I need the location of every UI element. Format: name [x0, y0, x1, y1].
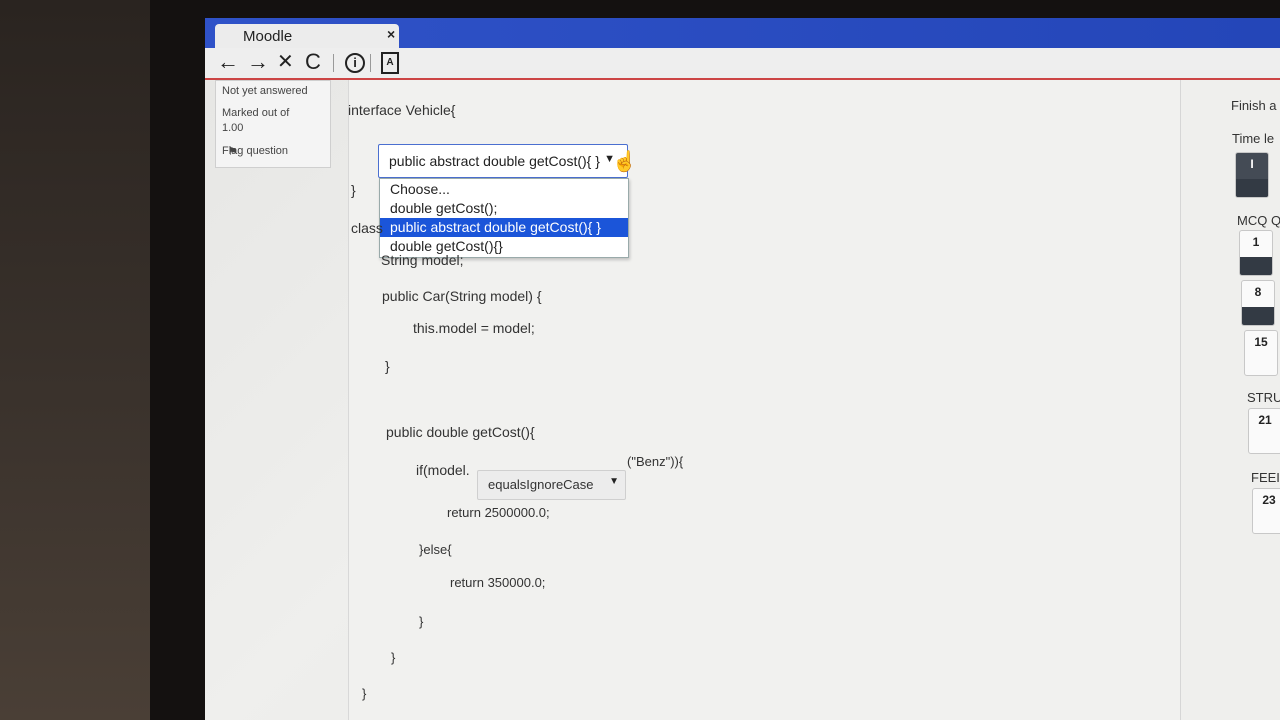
title-bar: Moodle ×: [205, 18, 1280, 48]
forward-arrow-icon[interactable]: →: [247, 49, 269, 75]
code-class-keyword: class: [351, 220, 383, 236]
browser-window: Moodle × ← → ✕ C i A Not yet answered Ma…: [205, 18, 1280, 720]
marked-out-of-label: Marked out of: [222, 107, 290, 119]
code-brace: }: [419, 614, 424, 629]
flag-question-link[interactable]: ⚑ Flag question: [222, 145, 288, 158]
code-line-interface: interface Vehicle{: [348, 102, 456, 118]
quiz-navigation-panel: Finish a Time le I MCQ Q 1 8 15 STRU 21 …: [1180, 80, 1280, 720]
question-info-box: Not yet answered Marked out of 1.00 ⚑ Fl…: [215, 80, 331, 168]
question-nav-button[interactable]: 23: [1252, 488, 1280, 534]
code-line-return-2: return 350000.0;: [450, 575, 546, 590]
chevron-down-icon: ▼: [609, 476, 619, 487]
browser-toolbar: ← → ✕ C i A: [205, 48, 1280, 80]
tab-close-icon[interactable]: ×: [387, 26, 395, 42]
code-brace: }: [351, 182, 356, 198]
flag-icon: ⚑: [228, 146, 238, 158]
browser-tab[interactable]: Moodle ×: [215, 24, 399, 48]
document-icon[interactable]: A: [381, 52, 399, 74]
method-select-options: Choose... double getCost(); public abstr…: [379, 178, 629, 258]
stop-icon[interactable]: ✕: [277, 49, 294, 75]
back-arrow-icon[interactable]: ←: [217, 49, 239, 75]
marked-out-of-value: 1.00: [222, 122, 244, 134]
section-mcq-label: MCQ Q: [1237, 213, 1280, 228]
question-nav-button[interactable]: 8: [1241, 280, 1275, 326]
section-structured-label: STRU: [1247, 390, 1280, 405]
tab-title: Moodle: [243, 28, 293, 45]
timer-display: I: [1235, 152, 1269, 198]
code-brace: }: [385, 358, 390, 374]
code-brace: }: [362, 686, 367, 701]
code-line-field: String model;: [381, 252, 464, 268]
reload-icon[interactable]: C: [305, 49, 321, 75]
finish-attempt-link[interactable]: Finish a: [1231, 98, 1277, 113]
info-icon[interactable]: i: [345, 53, 365, 73]
option-abstract-getcost[interactable]: public abstract double getCost(){ }: [380, 218, 628, 237]
option-choose[interactable]: Choose...: [380, 180, 628, 199]
option-double-getcost[interactable]: double getCost();: [380, 199, 628, 218]
time-left-label: Time le: [1232, 131, 1275, 146]
code-line-assign: this.model = model;: [413, 320, 535, 336]
code-line-return-1: return 2500000.0;: [447, 505, 550, 520]
toolbar-separator: [333, 54, 334, 72]
toolbar-separator: [370, 54, 371, 72]
hand-cursor-icon: ☝: [612, 151, 637, 173]
method-select[interactable]: public abstract double getCost(){ } ▼: [378, 144, 628, 178]
question-status: Not yet answered: [222, 85, 308, 97]
code-line-method: public double getCost(){: [386, 424, 535, 440]
question-nav-button[interactable]: 15: [1244, 330, 1278, 376]
code-brace: }: [391, 650, 396, 665]
string-method-select[interactable]: equalsIgnoreCase ▼: [477, 470, 626, 500]
string-method-select-value: equalsIgnoreCase: [488, 477, 594, 492]
question-nav-button[interactable]: 1: [1239, 230, 1273, 276]
code-line-if: if(model.: [416, 462, 470, 478]
method-select-value: public abstract double getCost(){ }: [389, 153, 600, 169]
question-nav-button[interactable]: 21: [1248, 408, 1280, 454]
section-feedback-label: FEEI: [1251, 470, 1280, 485]
code-line-constructor: public Car(String model) {: [382, 288, 542, 304]
code-line-else: }else{: [419, 542, 452, 557]
code-line-if-suffix: ("Benz")){: [627, 454, 684, 469]
